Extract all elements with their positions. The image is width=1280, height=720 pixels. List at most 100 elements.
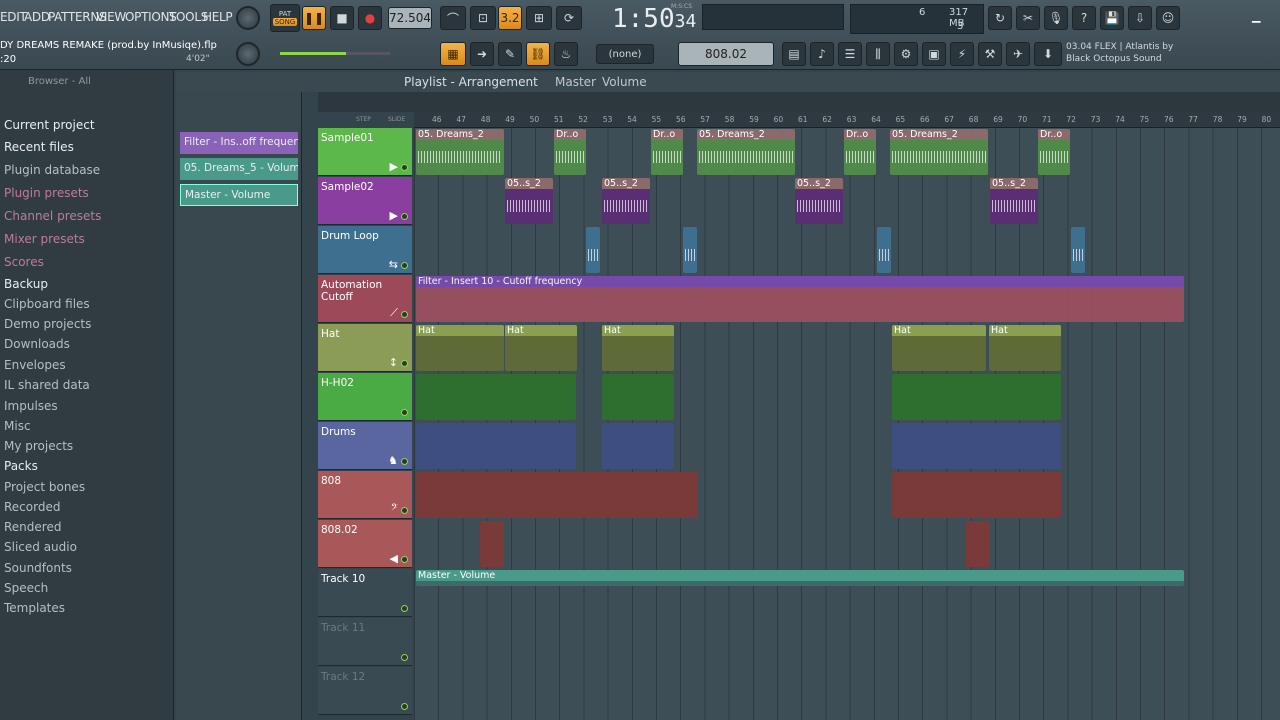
browser-item[interactable]: Current project	[4, 118, 95, 132]
playlist-clip[interactable]: 05. Dreams_2	[416, 129, 504, 175]
browser-item[interactable]: Downloads	[4, 337, 70, 351]
record-button[interactable]: ●	[358, 6, 382, 30]
browser-item[interactable]: Soundfonts	[4, 561, 72, 575]
browser-item[interactable]: Misc	[4, 419, 31, 433]
chat-icon[interactable]: ☺	[1156, 6, 1180, 30]
playlist-clip[interactable]	[892, 423, 1061, 469]
browser-item[interactable]: Scores	[4, 255, 44, 269]
browser-icon[interactable]: ▣	[922, 42, 946, 66]
playlist-clip[interactable]	[877, 227, 891, 273]
arrow-icon[interactable]: ➜	[470, 42, 494, 66]
track-mute-dot[interactable]	[401, 458, 408, 465]
track-mute-dot[interactable]	[401, 556, 408, 563]
menu-edit[interactable]: EDIT	[0, 10, 27, 24]
cut-icon[interactable]: ✂	[1016, 6, 1040, 30]
plugin-icon[interactable]: ⚙	[894, 42, 918, 66]
link-icon[interactable]: ⛓	[526, 42, 550, 66]
playlist-clip[interactable]	[683, 227, 697, 273]
playlist-clip[interactable]: Dr..o	[1038, 129, 1070, 175]
playlist-icon[interactable]: ▤	[782, 42, 806, 66]
tempo-display[interactable]: 72.504	[388, 7, 432, 29]
piano-icon[interactable]: ♪	[810, 42, 834, 66]
playlist-clip[interactable]	[892, 374, 1061, 420]
playlist-clip[interactable]	[892, 472, 1061, 518]
playlist-clip[interactable]	[480, 521, 504, 567]
playlist-clip[interactable]	[602, 423, 674, 469]
browser-item[interactable]: Plugin presets	[4, 186, 89, 200]
piano-roll-icon[interactable]: ▦	[440, 42, 466, 66]
browser-item[interactable]: My projects	[4, 439, 73, 453]
track-mute-dot[interactable]	[401, 360, 408, 367]
playlist-clip[interactable]: 05. Dreams_2	[697, 129, 795, 175]
pause-button[interactable]: ❚❚	[302, 6, 326, 30]
plug-icon[interactable]: ⚡	[950, 42, 974, 66]
browser-item[interactable]: Packs	[4, 459, 38, 473]
stop-button[interactable]: ■	[330, 6, 354, 30]
track-mute-dot[interactable]	[401, 262, 408, 269]
browser-item[interactable]: IL shared data	[4, 378, 90, 392]
typing-keyboard-icon[interactable]: ⊞	[526, 6, 552, 30]
browser-item[interactable]: Rendered	[4, 520, 61, 534]
channel-rack-icon[interactable]: ☰	[838, 42, 862, 66]
snap-select[interactable]: (none)	[596, 44, 654, 64]
breadcrumb-master[interactable]: Master	[555, 75, 596, 89]
minimize-icon[interactable]: ▁	[1252, 10, 1260, 23]
menu-add[interactable]: ADD	[24, 10, 50, 24]
playlist-clip[interactable]: 05..s_2	[795, 178, 843, 224]
track-header[interactable]: Sample02 ▶	[318, 177, 412, 225]
playlist-clip[interactable]: Filter - Insert 10 - Cutoff frequency	[416, 276, 1184, 322]
brush-icon[interactable]: ✎	[498, 42, 522, 66]
pat-song-toggle[interactable]: PAT SONG	[270, 4, 300, 32]
playlist-clip[interactable]: Hat	[989, 325, 1061, 371]
playlist-clip[interactable]: 05..s_2	[602, 178, 650, 224]
playlist-clip[interactable]: Hat	[505, 325, 577, 371]
playlist-clip[interactable]: Dr..o	[844, 129, 876, 175]
render-icon[interactable]: ⇩	[1128, 6, 1152, 30]
browser-item[interactable]: Clipboard files	[4, 297, 90, 311]
track-mute-dot[interactable]	[401, 654, 408, 661]
browser-item[interactable]: Recent files	[4, 140, 74, 154]
track-header[interactable]: Drums ♞	[318, 422, 412, 470]
browser-item[interactable]: Speech	[4, 581, 48, 595]
save-icon[interactable]: 💾	[1100, 6, 1124, 30]
metronome-icon[interactable]: ⌒	[440, 6, 466, 30]
undo-icon[interactable]: ↻	[988, 6, 1012, 30]
playlist-clip[interactable]: 05..s_2	[990, 178, 1038, 224]
track-mute-dot[interactable]	[401, 703, 408, 710]
track-mute-dot[interactable]	[401, 507, 408, 514]
playlist-clip[interactable]	[586, 227, 600, 273]
master-pitch-knob[interactable]	[236, 42, 260, 66]
playlist-clip[interactable]	[416, 423, 576, 469]
track-mute-dot[interactable]	[401, 605, 408, 612]
news-line-2[interactable]: Black Octopus Sound	[1066, 54, 1162, 64]
bird-icon[interactable]: ✈	[1006, 42, 1030, 66]
pitch-value-field[interactable]: 808.02	[678, 42, 774, 66]
track-header[interactable]: Automation Cutoff ⟋	[318, 275, 412, 323]
browser-item[interactable]: Sliced audio	[4, 540, 77, 554]
playlist-clip[interactable]: 05..s_2	[505, 178, 553, 224]
browser-item[interactable]: Mixer presets	[4, 232, 85, 246]
playlist-clip[interactable]: Dr..o	[651, 129, 683, 175]
playlist-overview[interactable]	[318, 92, 1280, 112]
track-header[interactable]: 808 𝄢	[318, 471, 412, 519]
master-volume-knob[interactable]	[236, 6, 260, 30]
playlist-clip[interactable]: Hat	[892, 325, 986, 371]
mixer-icon[interactable]: ⫼	[866, 42, 890, 66]
track-mute-dot[interactable]	[401, 311, 408, 318]
tools-icon[interactable]: ⚒	[978, 42, 1002, 66]
track-header[interactable]: H-H02	[318, 373, 412, 421]
playlist-clip[interactable]: Hat	[602, 325, 674, 371]
track-header[interactable]: Track 10	[318, 569, 412, 617]
browser-item[interactable]: Impulses	[4, 399, 58, 413]
browser-item[interactable]: Project bones	[4, 480, 85, 494]
stamp-icon[interactable]: ♨	[554, 42, 578, 66]
picker-item-master-volume[interactable]: Master - Volume	[180, 184, 298, 206]
step-beat-button[interactable]: 3.2	[498, 6, 522, 30]
track-mute-dot[interactable]	[401, 164, 408, 171]
browser-item[interactable]: Plugin database	[4, 163, 100, 177]
menu-help[interactable]: HELP	[203, 10, 233, 24]
track-mute-dot[interactable]	[401, 409, 408, 416]
browser-item[interactable]: Demo projects	[4, 317, 91, 331]
playlist-clip[interactable]	[1071, 227, 1085, 273]
playlist-clip[interactable]	[416, 472, 698, 518]
